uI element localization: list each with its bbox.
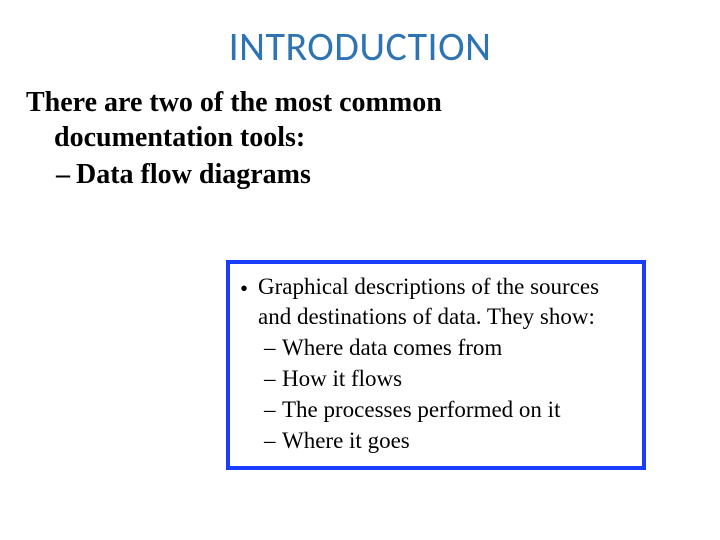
dash-icon: – bbox=[264, 425, 282, 456]
bullet-icon: • bbox=[240, 274, 258, 304]
callout-sub-text: How it flows bbox=[282, 363, 630, 394]
callout-bullet: • Graphical descriptions of the sources … bbox=[240, 272, 630, 332]
sub-bullet-label: Data flow diagrams bbox=[76, 159, 311, 190]
callout-sub-text: The processes performed on it bbox=[282, 394, 630, 425]
dash-icon: – bbox=[264, 363, 282, 394]
callout-sub-text: Where data comes from bbox=[282, 332, 630, 363]
intro-line-2: documentation tools: bbox=[26, 120, 698, 155]
callout-box: • Graphical descriptions of the sources … bbox=[226, 260, 646, 470]
callout-sub-4: – Where it goes bbox=[264, 425, 630, 456]
callout-sub-3: – The processes performed on it bbox=[264, 394, 630, 425]
dash-icon: – bbox=[264, 332, 282, 363]
callout-sub-1: – Where data comes from bbox=[264, 332, 630, 363]
callout-bullet-text: Graphical descriptions of the sources an… bbox=[258, 272, 630, 332]
slide: INTRODUCTION There are two of the most c… bbox=[0, 0, 720, 540]
callout-sub-2: – How it flows bbox=[264, 363, 630, 394]
intro-text: There are two of the most common documen… bbox=[22, 85, 698, 155]
callout-sub-text: Where it goes bbox=[282, 425, 630, 456]
dash-icon: – bbox=[56, 157, 70, 193]
dash-icon: – bbox=[264, 394, 282, 425]
sub-bullet-data-flow: –Data flow diagrams bbox=[56, 157, 698, 193]
intro-line-1: There are two of the most common bbox=[26, 85, 698, 120]
slide-title: INTRODUCTION bbox=[22, 22, 698, 71]
